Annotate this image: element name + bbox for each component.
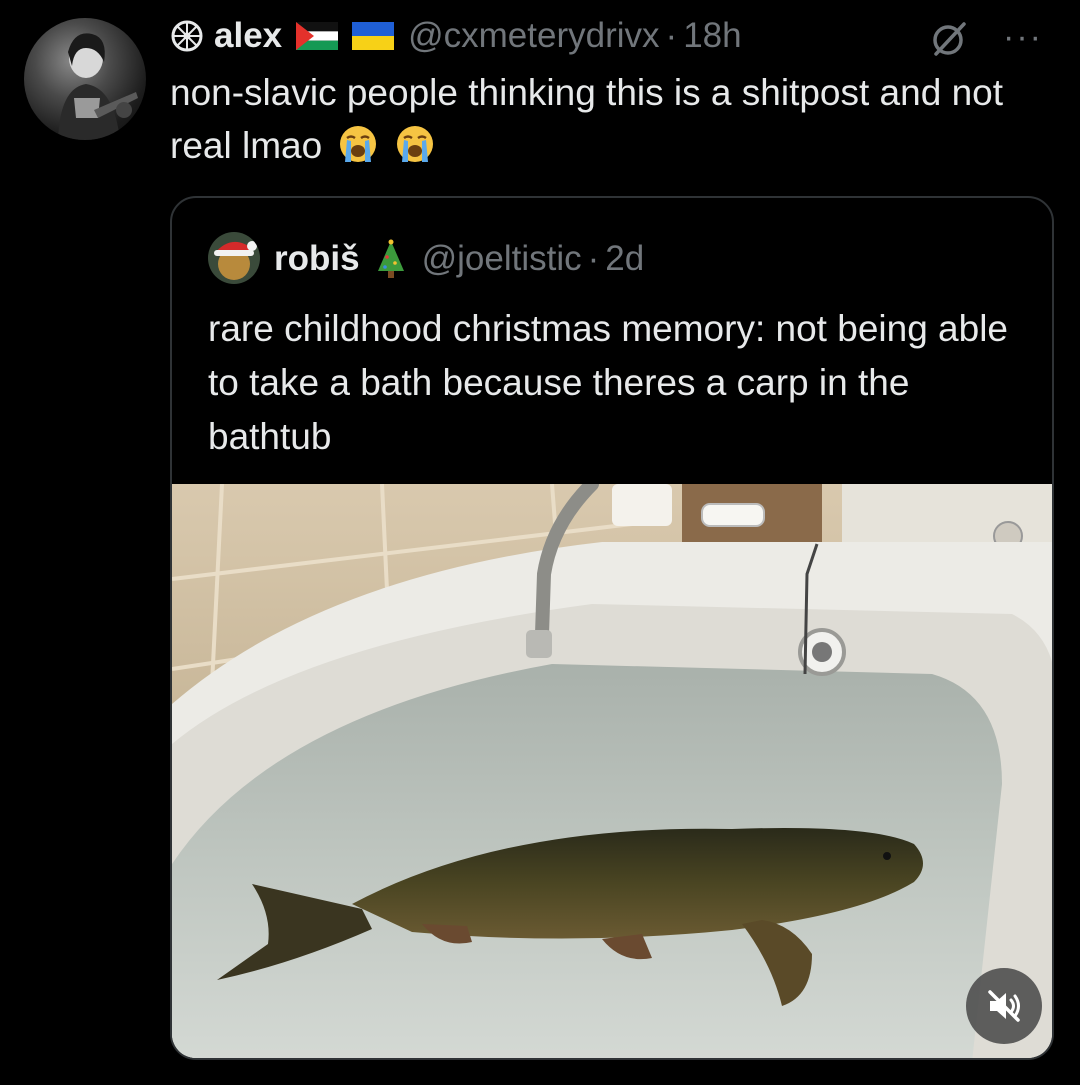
quoted-author-avatar[interactable] [208, 232, 260, 284]
loudly-crying-face-icon [396, 126, 433, 162]
loudly-crying-face-icon [340, 126, 377, 162]
quoted-time[interactable]: 2d [605, 239, 644, 279]
muted-speaker-icon [988, 990, 1020, 1022]
quoted-tweet[interactable]: robiš @joeltistic · 2d rare childhood ch… [170, 196, 1054, 1060]
author-name[interactable]: alex [214, 16, 282, 56]
christmas-tree-icon [377, 239, 404, 278]
quoted-text: rare childhood christmas memory: not bei… [208, 308, 1008, 457]
quoted-author-handle[interactable]: @joeltistic [422, 239, 582, 279]
separator-dot: · [587, 239, 600, 278]
grok-icon[interactable] [930, 20, 968, 58]
more-icon[interactable]: ··· [1003, 20, 1043, 54]
tweet-text-container: non-slavic people thinking this is a shi… [170, 66, 1070, 172]
tweet[interactable]: alex @cxmeterydrivx · 18h ··· non-slavic… [0, 0, 1080, 1085]
quoted-author-name[interactable]: robiš [274, 239, 360, 279]
tweet-time[interactable]: 18h [683, 16, 741, 56]
author-handle[interactable]: @cxmeterydrivx [408, 16, 659, 56]
tweet-header: alex @cxmeterydrivx · 18h [170, 14, 742, 58]
quoted-video[interactable] [172, 484, 1052, 1058]
author-avatar[interactable] [24, 18, 146, 140]
mute-button[interactable] [966, 968, 1042, 1044]
ukraine-flag-icon [352, 22, 395, 50]
quoted-header: robiš @joeltistic · 2d [274, 238, 644, 280]
palestine-flag-icon [296, 22, 339, 50]
community-icon [171, 20, 203, 52]
separator-dot: · [665, 16, 678, 55]
tweet-text: non-slavic people thinking this is a shi… [170, 72, 1004, 166]
